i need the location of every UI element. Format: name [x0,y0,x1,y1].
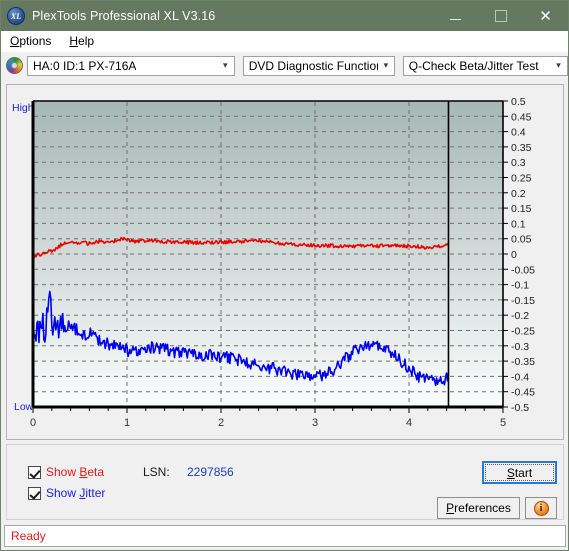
function-selector[interactable]: DVD Diagnostic Functions ▾ [242,55,395,76]
minimize-button[interactable] [433,1,478,31]
toolbar: HA:0 ID:1 PX-716A ▾ DVD Diagnostic Funct… [1,52,568,79]
svg-text:-0.05: -0.05 [511,264,535,276]
svg-text:0: 0 [30,417,36,429]
svg-text:4: 4 [406,417,412,429]
menu-item-help[interactable]: Help [60,31,103,52]
window-controls: ✕ [433,1,568,31]
svg-text:5: 5 [500,417,506,429]
svg-text:-0.25: -0.25 [511,326,535,338]
show-jitter-checkbox[interactable]: Show Jitter [28,486,105,500]
title-bar: XL PlexTools Professional XL V3.16 ✕ [1,1,568,31]
svg-text:2: 2 [218,417,224,429]
svg-text:-0.5: -0.5 [511,402,529,414]
beta-jitter-plot: 0.5 0.45 0.4 0.35 0.3 0.25 0.2 0.15 0.1 0.05 0 -0.0… [30,96,535,429]
chart-area: High Low 0.5 0.45 0.4 0.35 0.3 0.25 0.2 0.15 0.1… [7,85,563,439]
svg-text:0.15: 0.15 [511,203,532,215]
svg-text:0.45: 0.45 [511,111,532,123]
test-selector-value: Q-Check Beta/Jitter Test [408,58,539,73]
start-button-label: Start [506,465,533,480]
status-text: Ready [11,529,46,543]
function-selector-value: DVD Diagnostic Functions [248,58,379,73]
cd-disc-icon [6,57,23,74]
controls-group: Show Beta Show Jitter LSN: 2297856 Start… [6,444,564,520]
app-icon: XL [7,7,25,25]
chevron-down-icon: ▾ [383,60,389,70]
lsn-value: 2297856 [187,465,234,479]
lsn-label: LSN: [143,465,170,479]
svg-text:0.1: 0.1 [511,218,526,230]
preferences-button[interactable]: Preferences [437,497,520,519]
show-beta-label: Show Beta [46,465,105,479]
menu-bar: Options Help [1,31,568,52]
chart-panel: High Low 0.5 0.45 0.4 0.35 0.3 0.25 0.2 0.15 0.1… [6,84,564,440]
menu-item-options[interactable]: Options [1,31,60,52]
info-button[interactable]: i [525,497,557,519]
svg-text:0.05: 0.05 [511,234,532,246]
plextools-window: XL PlexTools Professional XL V3.16 ✕ Opt… [0,0,569,551]
window-title: PlexTools Professional XL V3.16 [32,9,216,23]
svg-text:0.3: 0.3 [511,157,526,169]
svg-text:-0.2: -0.2 [511,310,529,322]
svg-text:0.2: 0.2 [511,188,526,200]
checkbox-icon[interactable] [28,465,41,479]
show-jitter-label: Show Jitter [46,486,106,500]
start-button[interactable]: Start [482,461,557,484]
svg-text:1: 1 [124,417,130,429]
svg-text:-0.15: -0.15 [511,295,535,307]
drive-selector[interactable]: HA:0 ID:1 PX-716A ▾ [27,55,235,76]
svg-text:-0.35: -0.35 [511,356,535,368]
svg-text:-0.1: -0.1 [511,280,529,292]
chevron-down-icon: ▾ [222,60,228,70]
close-icon[interactable]: ✕ [523,1,568,31]
svg-text:-0.3: -0.3 [511,341,529,353]
preferences-button-label: Preferences [446,501,511,515]
status-bar: Ready [4,525,566,547]
info-icon: i [533,500,549,516]
checkbox-icon[interactable] [28,486,41,500]
chevron-down-icon: ▾ [556,60,561,70]
test-selector[interactable]: Q-Check Beta/Jitter Test ▾ [402,55,568,76]
show-beta-checkbox[interactable]: Show Beta [28,465,104,479]
svg-text:-0.4: -0.4 [511,371,529,383]
svg-text:0.35: 0.35 [511,142,532,154]
svg-text:0.25: 0.25 [511,173,532,185]
svg-text:0.5: 0.5 [511,96,526,108]
svg-text:-0.45: -0.45 [511,387,535,399]
maximize-button[interactable] [478,1,523,31]
svg-text:3: 3 [312,417,318,429]
drive-selector-value: HA:0 ID:1 PX-716A [33,58,137,73]
svg-text:0: 0 [511,249,517,261]
svg-text:0.4: 0.4 [511,127,526,139]
